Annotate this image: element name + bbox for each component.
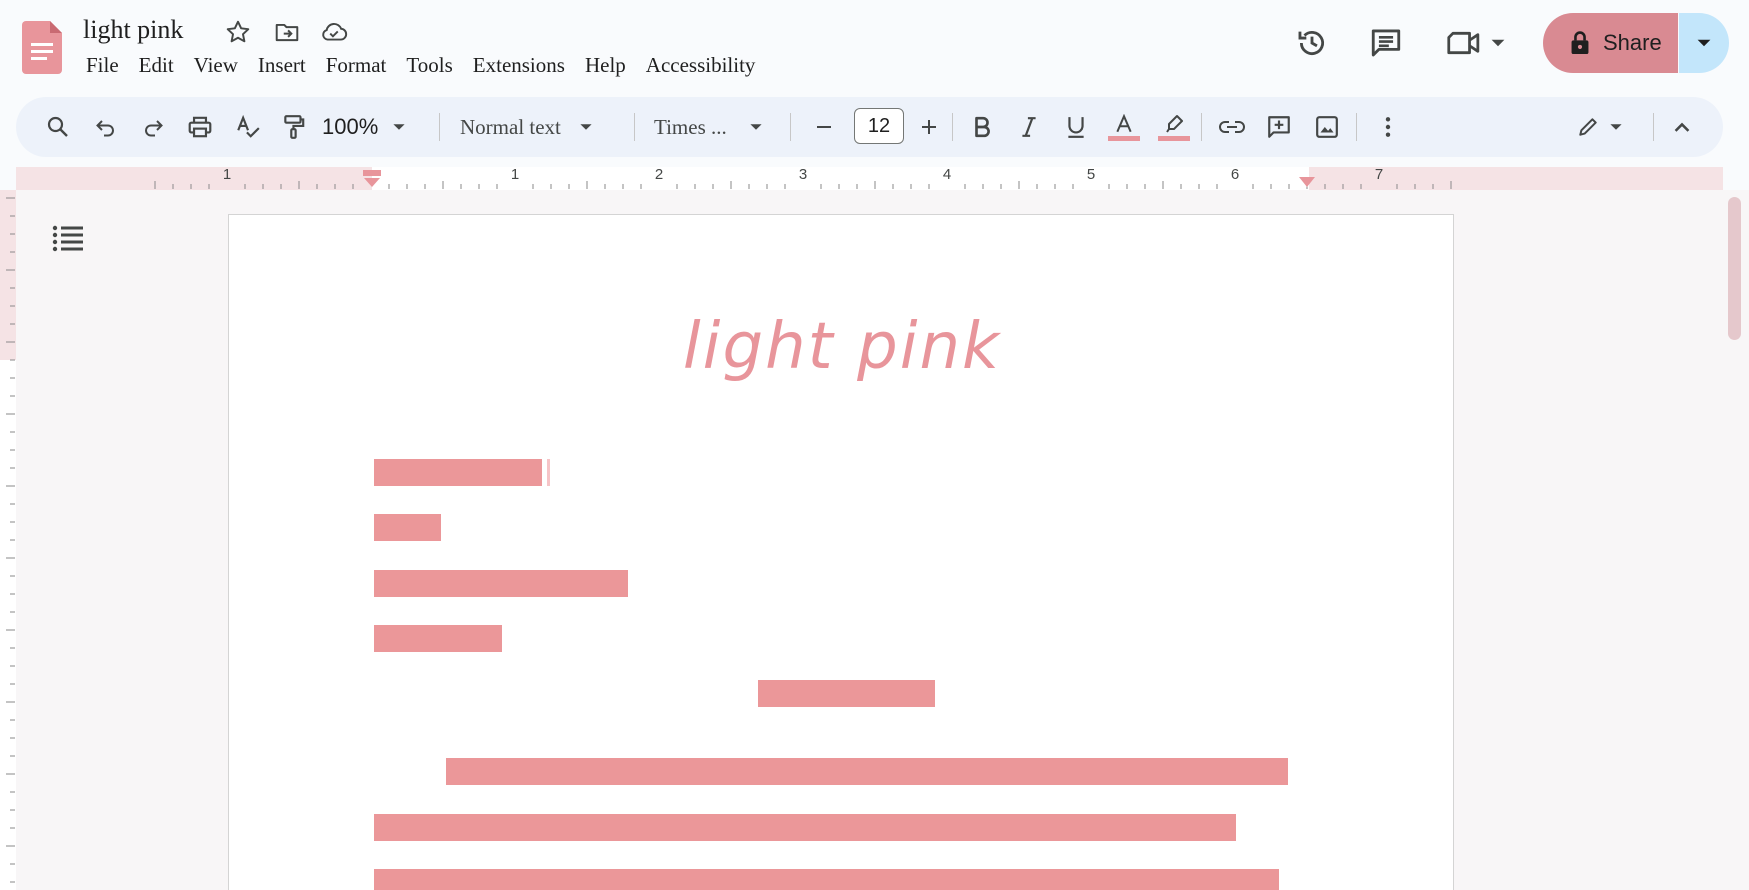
bold-icon[interactable] xyxy=(962,97,1002,157)
underline-icon[interactable] xyxy=(1056,97,1096,157)
redo-icon[interactable] xyxy=(133,97,173,157)
share-button[interactable]: Share xyxy=(1543,13,1678,73)
toolbar-divider xyxy=(1653,113,1654,141)
ruler-label: 1 xyxy=(222,166,232,183)
pencil-icon xyxy=(1579,118,1597,136)
share-label: Share xyxy=(1603,30,1662,55)
vertical-ruler-ticks xyxy=(6,197,15,883)
toolbar-divider xyxy=(439,113,440,141)
paragraph-style-value: Normal text xyxy=(460,114,561,139)
highlight-icon[interactable] xyxy=(1154,97,1194,157)
menu-insert[interactable]: Insert xyxy=(248,51,316,79)
font-family-select[interactable]: Times ... xyxy=(654,97,786,157)
zoom-select[interactable]: 100% xyxy=(322,97,422,157)
history-icon[interactable] xyxy=(1292,23,1332,63)
ruler-label: 3 xyxy=(798,166,808,183)
italic-icon[interactable] xyxy=(1009,97,1049,157)
menu-edit[interactable]: Edit xyxy=(129,51,184,79)
font-size-input[interactable]: 12 xyxy=(854,108,904,144)
chevron-down-icon xyxy=(750,124,762,130)
ruler-ticks xyxy=(154,181,1452,189)
star-icon[interactable] xyxy=(223,17,253,47)
document-heading: light pink xyxy=(682,310,1002,384)
font-family-value: Times ... xyxy=(654,114,727,139)
chevron-down-icon xyxy=(1697,39,1711,47)
toolbar-divider xyxy=(1201,113,1202,141)
menu-accessibility[interactable]: Accessibility xyxy=(636,51,766,79)
redacted-text-block xyxy=(446,758,1288,785)
chevron-down-icon xyxy=(393,124,405,130)
paragraph-style-select[interactable]: Normal text xyxy=(460,97,628,157)
chevron-down-icon xyxy=(1491,39,1505,47)
add-comment-icon[interactable] xyxy=(1259,97,1299,157)
text-color-icon[interactable] xyxy=(1104,97,1144,157)
menu-bar: File Edit View Insert Format Tools Exten… xyxy=(76,51,765,79)
right-indent-marker-icon[interactable] xyxy=(1297,175,1317,189)
menu-help[interactable]: Help xyxy=(575,51,636,79)
horizontal-ruler[interactable]: 1 1 2 3 4 5 6 7 xyxy=(16,167,1723,190)
cloud-saved-icon[interactable] xyxy=(319,17,349,47)
chevron-down-icon xyxy=(1610,124,1622,130)
menu-extensions[interactable]: Extensions xyxy=(463,51,575,79)
video-call-icon[interactable] xyxy=(1446,23,1516,63)
docs-logo-icon[interactable] xyxy=(22,21,62,74)
document-title[interactable]: light pink xyxy=(83,14,183,46)
redacted-text-block xyxy=(374,570,628,597)
ruler-label: 7 xyxy=(1374,166,1384,183)
toolbar-divider xyxy=(634,113,635,141)
move-to-folder-icon[interactable] xyxy=(272,17,302,47)
comment-icon[interactable] xyxy=(1366,23,1406,63)
chevron-down-icon xyxy=(580,124,592,130)
toolbar-divider xyxy=(1356,113,1357,141)
menu-view[interactable]: View xyxy=(184,51,248,79)
lock-icon xyxy=(1571,31,1589,55)
ruler-label: 6 xyxy=(1230,166,1240,183)
left-indent-marker-icon[interactable] xyxy=(361,169,383,189)
search-icon[interactable] xyxy=(38,97,78,157)
print-icon[interactable] xyxy=(180,97,220,157)
share-dropdown-button[interactable] xyxy=(1679,13,1729,73)
menu-format[interactable]: Format xyxy=(316,51,397,79)
document-page[interactable]: light pink xyxy=(228,214,1454,890)
ruler-label: 2 xyxy=(654,166,664,183)
highlight-color-swatch xyxy=(1158,135,1190,141)
redacted-text-block xyxy=(374,814,1236,841)
scrollbar-thumb[interactable] xyxy=(1728,197,1741,340)
text-cursor xyxy=(547,459,550,486)
zoom-value: 100% xyxy=(322,114,379,139)
editing-mode-select[interactable] xyxy=(1568,97,1632,157)
link-icon[interactable] xyxy=(1212,97,1252,157)
more-icon[interactable] xyxy=(1368,97,1408,157)
decrease-font-icon[interactable] xyxy=(804,97,844,157)
redacted-text-block xyxy=(374,625,502,652)
ruler-label: 5 xyxy=(1086,166,1096,183)
redacted-text-block xyxy=(374,459,542,486)
ruler-label: 4 xyxy=(942,166,952,183)
title-bar: light pink File Edit View Insert Format … xyxy=(0,0,1749,90)
increase-font-icon[interactable] xyxy=(909,97,949,157)
toolbar-divider xyxy=(952,113,953,141)
toolbar-divider xyxy=(790,113,791,141)
ruler-label: 1 xyxy=(510,166,520,183)
vertical-ruler[interactable] xyxy=(0,190,16,890)
document-outline-icon[interactable] xyxy=(52,224,84,252)
redacted-text-block xyxy=(758,680,935,707)
undo-icon[interactable] xyxy=(86,97,126,157)
menu-file[interactable]: File xyxy=(76,51,129,79)
insert-image-icon[interactable] xyxy=(1307,97,1347,157)
paint-format-icon[interactable] xyxy=(274,97,314,157)
redacted-text-block xyxy=(374,869,1279,890)
collapse-icon[interactable] xyxy=(1662,97,1702,157)
toolbar: 100% Normal text Times ... 12 xyxy=(16,97,1723,157)
text-color-swatch xyxy=(1108,135,1140,141)
redacted-text-block xyxy=(374,514,441,541)
menu-tools[interactable]: Tools xyxy=(396,51,462,79)
spellcheck-icon[interactable] xyxy=(228,97,268,157)
